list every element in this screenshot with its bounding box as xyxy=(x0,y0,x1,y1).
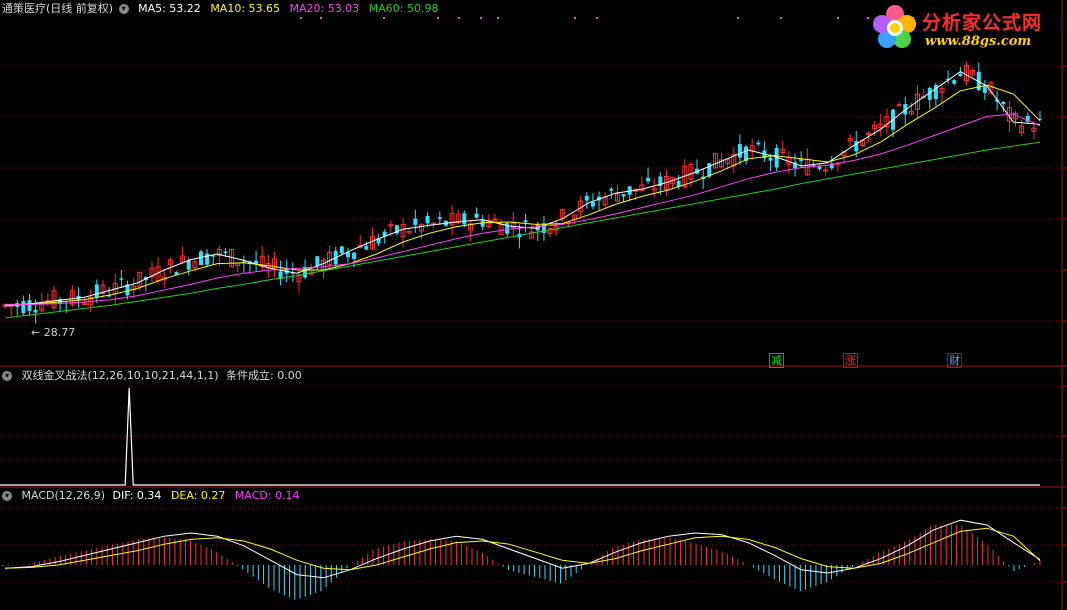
stock-name[interactable]: 通策医疗(日线 前复权) xyxy=(2,2,113,15)
candle-body xyxy=(462,213,467,225)
macd-circle-icon[interactable]: ▾ xyxy=(2,491,12,501)
indicator-status: 条件成立: 0.00 xyxy=(226,369,302,382)
indicator-title: 双线金叉战法(12,26,10,10,21,44,1,1) xyxy=(21,369,219,382)
grid xyxy=(0,0,1067,610)
logo-url: www.88gs.com xyxy=(925,34,1032,49)
signal-dot xyxy=(867,17,869,19)
dif-label: DIF: 0.34 xyxy=(112,489,162,502)
candle-body xyxy=(339,246,344,254)
candle-body xyxy=(27,300,32,311)
candle-body xyxy=(584,195,589,201)
candle-body xyxy=(952,80,957,84)
tag-jian[interactable]: 减 xyxy=(769,353,784,368)
dif-line xyxy=(4,519,1041,579)
candle-body xyxy=(646,177,651,182)
signal-dot xyxy=(596,17,598,19)
ma5-label: MA5: 53.22 xyxy=(138,2,201,15)
main-header: 通策医疗(日线 前复权) ▾ MA5: 53.22 MA10: 53.65 MA… xyxy=(2,1,444,17)
signal-dot xyxy=(480,17,482,19)
candle-body xyxy=(823,169,829,172)
indicator-header: ▾ 双线金叉战法(12,26,10,10,21,44,1,1) 条件成立: 0.… xyxy=(2,368,308,384)
candle-body xyxy=(1001,101,1006,105)
candle-body xyxy=(119,278,124,280)
settings-circle-icon[interactable]: ▾ xyxy=(118,4,129,14)
ma-line-ma60 xyxy=(4,141,1041,319)
dea-line xyxy=(4,527,1041,571)
signal-dot xyxy=(574,17,576,19)
indicator-circle-icon[interactable]: ▾ xyxy=(2,371,12,381)
candle-body xyxy=(480,220,485,227)
signal-dot xyxy=(780,17,782,19)
low-price-label: ← 28.77 xyxy=(31,326,76,339)
candle-body xyxy=(223,251,228,254)
ma60-label: MA60: 50.98 xyxy=(368,2,439,15)
flower-logo-icon xyxy=(873,5,916,48)
signal-dot xyxy=(837,17,839,19)
signal-dot xyxy=(320,17,322,19)
candle-body xyxy=(756,142,761,145)
candle-body xyxy=(205,253,210,265)
candle-body xyxy=(958,73,963,77)
candle-body xyxy=(474,213,479,218)
candle-body xyxy=(364,245,369,250)
macd-lines xyxy=(4,519,1041,579)
candle-body xyxy=(425,215,430,224)
candle-body xyxy=(303,266,308,278)
tag-cai[interactable]: 财 xyxy=(947,353,962,368)
macd-label: MACD: 0.14 xyxy=(234,489,300,502)
dea-label: DEA: 0.27 xyxy=(170,489,226,502)
signal-dot xyxy=(497,17,499,19)
candle-body xyxy=(609,188,614,191)
candlesticks xyxy=(2,61,1042,324)
chart-canvas xyxy=(0,0,1067,610)
top-markers xyxy=(300,17,914,19)
macd-title: MACD(12,26,9) xyxy=(21,489,106,502)
signal-dot xyxy=(458,17,460,19)
candle-body xyxy=(817,166,822,169)
candle-body xyxy=(186,260,191,270)
site-logo[interactable]: 分析家公式网 www.88gs.com xyxy=(870,2,1062,54)
candle-body xyxy=(621,194,626,197)
ma10-label: MA10: 53.65 xyxy=(210,2,281,15)
logo-text: 分析家公式网 xyxy=(922,12,1043,34)
signal-dot xyxy=(437,17,439,19)
candle-body xyxy=(352,252,357,259)
signal-dot xyxy=(300,17,302,19)
candle-body xyxy=(505,223,510,234)
candle-body xyxy=(768,157,773,161)
candle-body xyxy=(982,86,987,93)
signal-dot xyxy=(383,17,385,19)
candle-body xyxy=(737,144,742,158)
candle-body xyxy=(523,220,528,223)
candle-body xyxy=(315,256,320,266)
candle-body xyxy=(21,301,26,314)
candle-body xyxy=(896,104,902,107)
candle-body xyxy=(94,284,99,298)
candle-body xyxy=(437,217,442,219)
tag-zhang[interactable]: 涨 xyxy=(843,353,858,368)
candle-body xyxy=(33,309,38,313)
ma20-label: MA20: 53.03 xyxy=(289,2,360,15)
candle-body xyxy=(866,132,872,135)
candle-body xyxy=(413,218,418,225)
macd-header: ▾ MACD(12,26,9) DIF: 0.34 DEA: 0.27 MACD… xyxy=(2,488,306,504)
candle-body xyxy=(590,202,595,207)
signal-dot xyxy=(737,17,739,19)
